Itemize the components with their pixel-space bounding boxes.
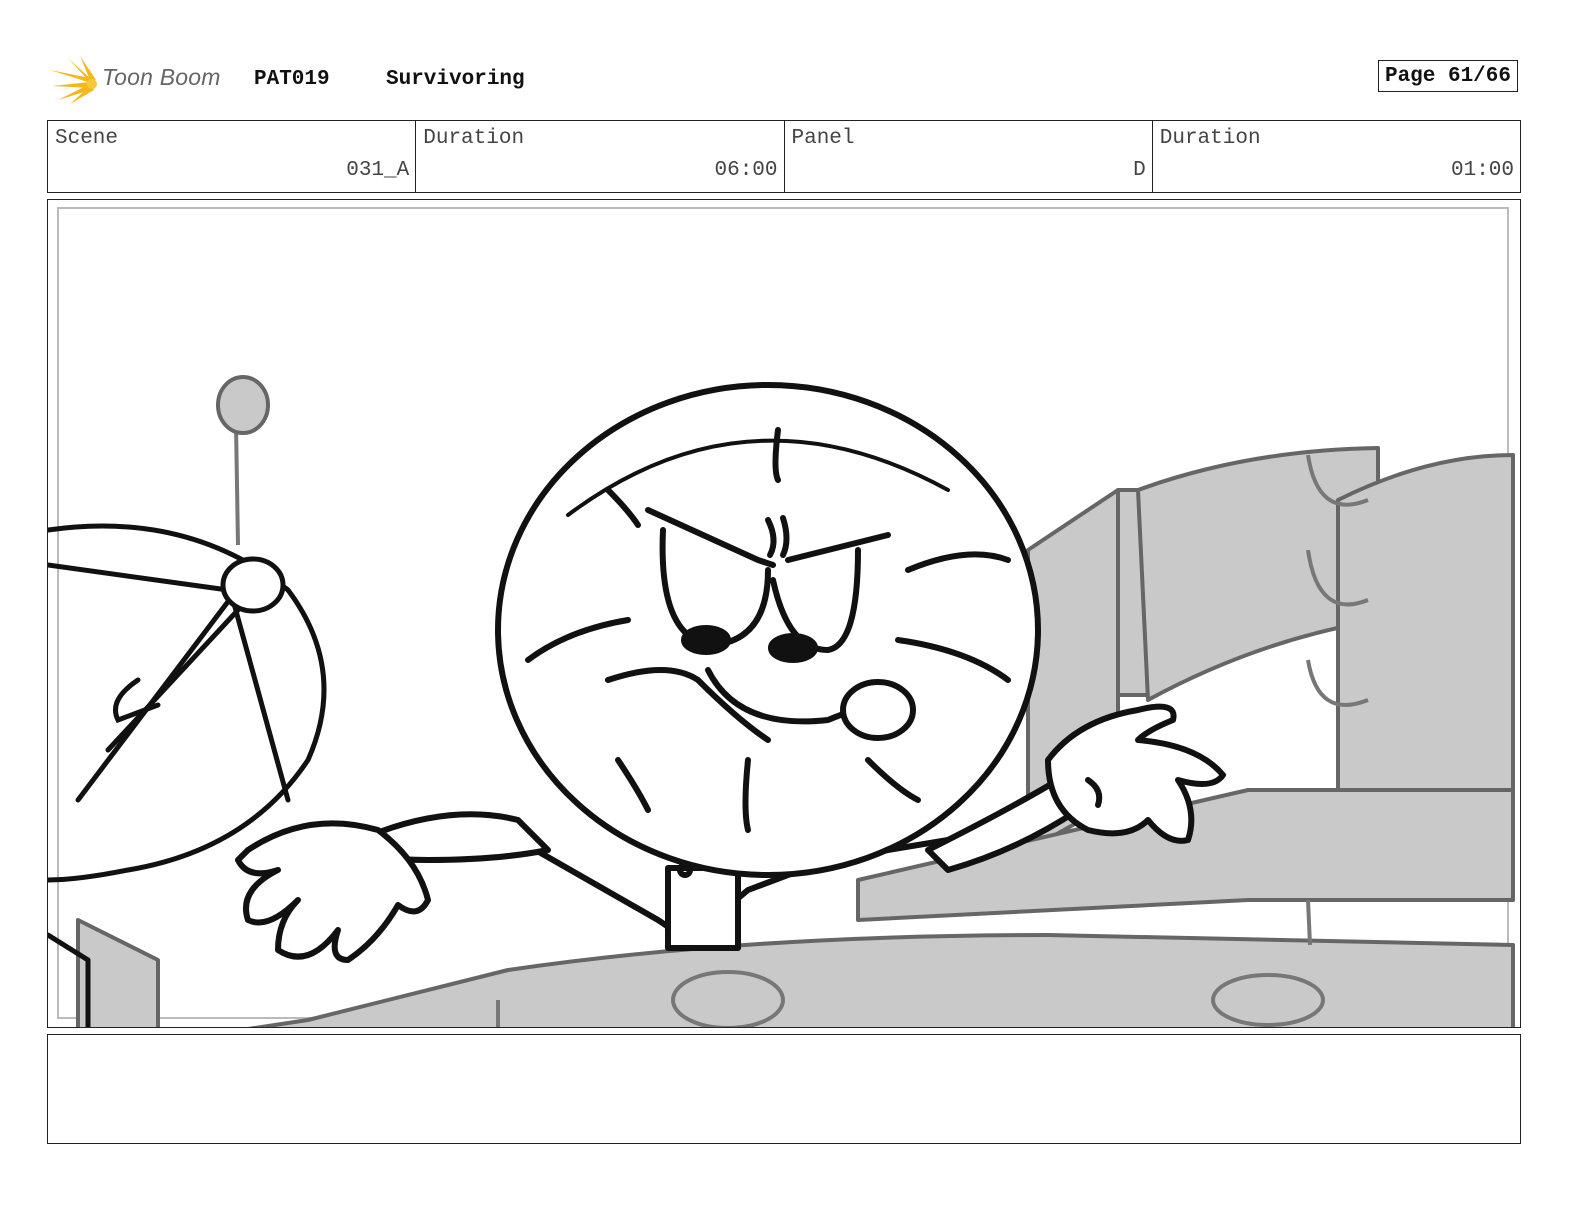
- sunburst-logo-icon: [50, 56, 97, 104]
- scene-duration-value: 06:00: [714, 159, 778, 182]
- page-header: Toon Boom PAT019 Survivoring Page 61/66: [50, 54, 1530, 106]
- project-code: PAT019: [254, 68, 330, 91]
- panel-cell: Panel D: [785, 121, 1153, 192]
- scene-duration-label: Duration: [423, 127, 525, 150]
- panel-value: D: [1133, 159, 1146, 182]
- scene-value: 031_A: [346, 159, 410, 182]
- scene-duration-cell: Duration 06:00: [416, 121, 785, 192]
- storyboard-sketch-image: [48, 207, 1515, 1027]
- scene-cell: Scene 031_A: [48, 121, 417, 192]
- page-label: Page 61/66: [1384, 65, 1511, 88]
- notes-box: [47, 1034, 1521, 1144]
- episode-title: Survivoring: [386, 68, 525, 91]
- panel-duration-value: 01:00: [1450, 159, 1514, 182]
- logo-text: Toon Boom: [102, 64, 221, 90]
- storyboard-panel: [47, 199, 1521, 1028]
- panel-duration-label: Duration: [1159, 127, 1261, 150]
- page-indicator: Page 61/66: [1377, 60, 1518, 92]
- panel-duration-cell: Duration 01:00: [1153, 121, 1520, 192]
- scene-label: Scene: [55, 127, 119, 150]
- scene-info-table: Scene 031_A Duration 06:00 Panel D Durat…: [47, 120, 1521, 193]
- toon-boom-logo: Toon Boom: [50, 54, 240, 106]
- panel-label: Panel: [791, 127, 855, 150]
